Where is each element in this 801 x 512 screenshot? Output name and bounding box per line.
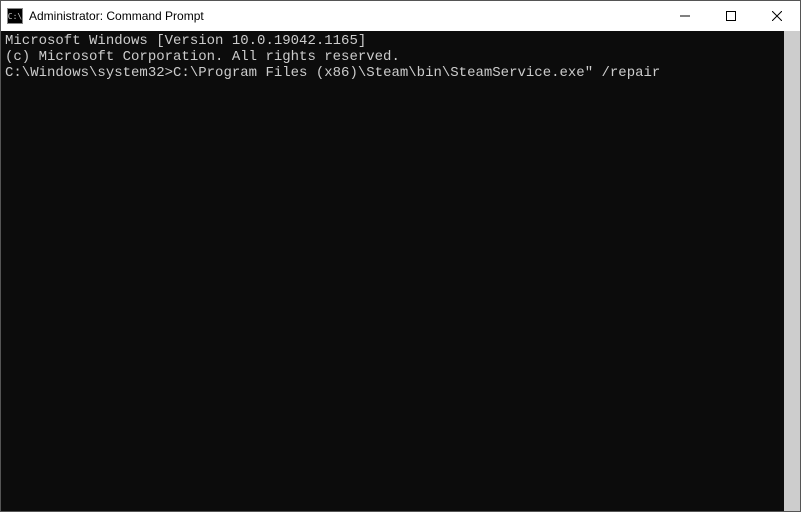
- cmd-icon: C:\: [7, 8, 23, 24]
- vertical-scrollbar[interactable]: [784, 31, 800, 511]
- terminal-prompt: C:\Windows\system32>: [5, 65, 173, 81]
- close-icon: [772, 11, 782, 21]
- command-prompt-window: C:\ Administrator: Command Prompt Mi: [0, 0, 801, 512]
- terminal-content[interactable]: Microsoft Windows [Version 10.0.19042.11…: [1, 31, 784, 511]
- close-button[interactable]: [754, 1, 800, 31]
- window-controls: [662, 1, 800, 31]
- terminal-line: Microsoft Windows [Version 10.0.19042.11…: [5, 33, 780, 49]
- terminal-area: Microsoft Windows [Version 10.0.19042.11…: [1, 31, 800, 511]
- scrollbar-thumb[interactable]: [785, 31, 800, 511]
- window-title: Administrator: Command Prompt: [29, 9, 204, 23]
- terminal-line: (c) Microsoft Corporation. All rights re…: [5, 49, 780, 65]
- titlebar[interactable]: C:\ Administrator: Command Prompt: [1, 1, 800, 31]
- maximize-button[interactable]: [708, 1, 754, 31]
- terminal-prompt-line: C:\Windows\system32>C:\Program Files (x8…: [5, 65, 780, 81]
- maximize-icon: [726, 11, 736, 21]
- terminal-command: C:\Program Files (x86)\Steam\bin\SteamSe…: [173, 65, 660, 81]
- minimize-icon: [680, 11, 690, 21]
- minimize-button[interactable]: [662, 1, 708, 31]
